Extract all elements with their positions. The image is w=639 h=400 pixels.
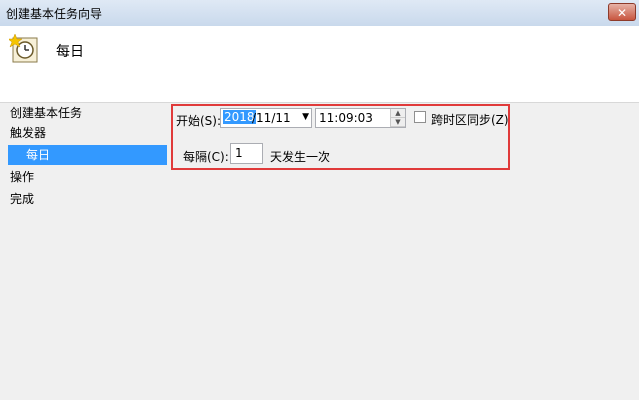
date-year-selected: 2018 bbox=[223, 110, 256, 124]
recur-every-label: 每隔(C): bbox=[183, 150, 229, 164]
clock-icon bbox=[9, 33, 38, 63]
start-label: 开始(S): bbox=[176, 114, 222, 128]
close-button[interactable]: ✕ bbox=[608, 3, 636, 21]
start-time-field[interactable]: 11:09:03 ▲ ▼ bbox=[315, 108, 406, 128]
step-finish[interactable]: 完成 bbox=[10, 189, 34, 209]
date-month-day: /11/11 bbox=[252, 111, 291, 125]
spin-down-icon[interactable]: ▼ bbox=[391, 118, 405, 127]
recur-days-input[interactable]: 1 bbox=[230, 143, 263, 164]
time-value: 11:09:03 bbox=[319, 111, 373, 125]
page-title: 每日 bbox=[56, 44, 84, 60]
recur-days-value: 1 bbox=[235, 146, 243, 160]
wizard-header: 每日 bbox=[0, 26, 639, 103]
spin-up-icon[interactable]: ▲ bbox=[391, 109, 405, 118]
step-daily[interactable]: 每日 bbox=[8, 145, 167, 165]
start-date-picker[interactable]: 2018 /11/11 ▼ bbox=[220, 108, 312, 128]
step-create-basic-task[interactable]: 创建基本任务 bbox=[10, 103, 82, 123]
step-action[interactable]: 操作 bbox=[10, 167, 34, 187]
recur-suffix: 天发生一次 bbox=[270, 150, 331, 164]
chevron-down-icon[interactable]: ▼ bbox=[302, 112, 309, 122]
step-trigger[interactable]: 触发器 bbox=[10, 123, 46, 143]
sync-timezones-checkbox[interactable] bbox=[414, 111, 426, 123]
close-icon: ✕ bbox=[616, 6, 628, 20]
title-bar: 创建基本任务向导 ✕ bbox=[0, 0, 639, 27]
sync-timezones-label: 跨时区同步(Z) bbox=[431, 113, 509, 127]
window-title: 创建基本任务向导 bbox=[6, 7, 103, 21]
time-spinner[interactable]: ▲ ▼ bbox=[390, 109, 405, 127]
